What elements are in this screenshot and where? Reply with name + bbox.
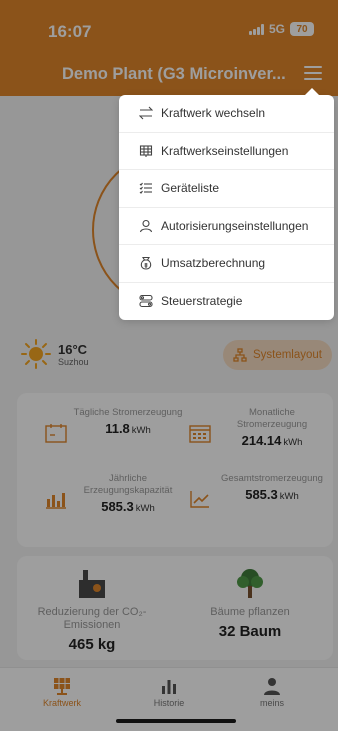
menu-item-label: Autorisierungseinstellungen — [161, 218, 309, 233]
strategy-icon — [139, 295, 153, 308]
dropdown-pointer — [304, 88, 320, 96]
list-icon — [139, 182, 152, 195]
menu-item-control-strategy[interactable]: Steuerstrategie — [119, 283, 334, 321]
menu-item-label: Kraftwerk wechseln — [161, 106, 266, 121]
plant-menu-dropdown: Kraftwerk wechseln Kraftwerkseinstellung… — [119, 88, 334, 321]
home-indicator — [116, 719, 236, 723]
menu-item-authorization-settings[interactable]: Autorisierungseinstellungen — [119, 208, 334, 245]
menu-item-label: Steuerstrategie — [161, 294, 243, 309]
menu-item-label: Umsatzberechnung — [161, 256, 266, 271]
user-icon — [139, 219, 153, 232]
app-screen: 16:07 5G 70 Demo Plant (G3 Microinver... — [0, 0, 338, 731]
menu-item-label: Kraftwerkseinstellungen — [161, 143, 289, 158]
money-bag-icon — [140, 257, 152, 270]
swap-icon — [139, 106, 153, 120]
menu-item-revenue-calculation[interactable]: Umsatzberechnung — [119, 245, 334, 283]
menu-item-label: Geräteliste — [161, 181, 220, 196]
menu-item-device-list[interactable]: Geräteliste — [119, 170, 334, 208]
menu-item-switch-plant[interactable]: Kraftwerk wechseln — [119, 95, 334, 133]
grid-settings-icon — [139, 145, 153, 157]
menu-item-plant-settings[interactable]: Kraftwerkseinstellungen — [119, 133, 334, 170]
